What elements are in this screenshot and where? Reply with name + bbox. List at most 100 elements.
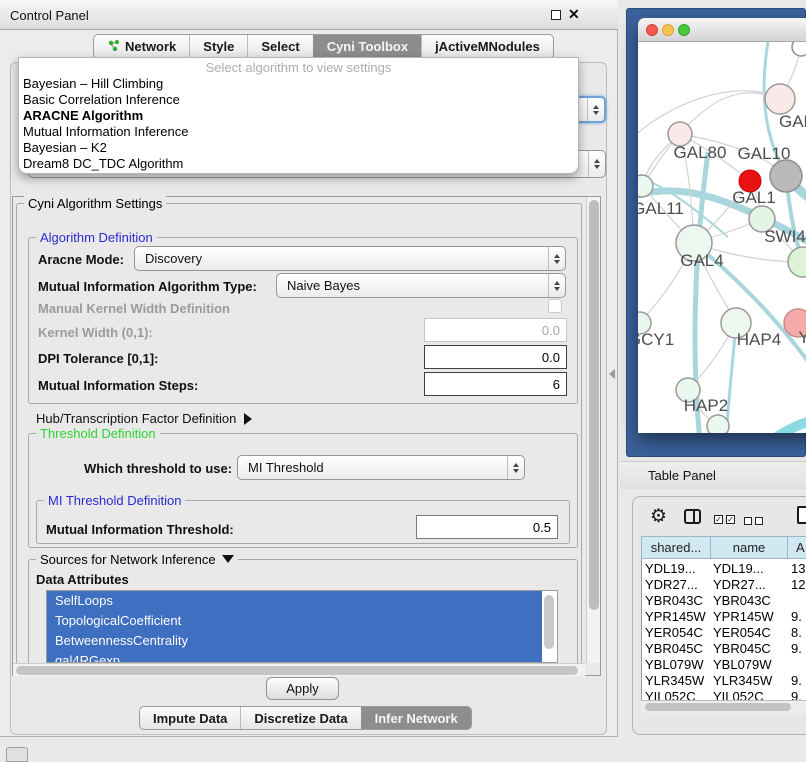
tab-jactivemnodules[interactable]: jActiveMNodules [421, 35, 553, 58]
attribute-item[interactable]: TopologicalCoefficient [47, 611, 543, 631]
column-header-extra[interactable]: A [787, 536, 806, 559]
combo-stepper-icon [548, 274, 565, 297]
manual-kernel-checkbox[interactable] [548, 299, 562, 313]
control-panel-tabs: Network Style Select Cyni Toolbox jActiv… [93, 34, 554, 59]
deselect-all-checkboxes-icon[interactable] [744, 512, 766, 530]
tab-network[interactable]: Network [94, 35, 189, 58]
node[interactable] [707, 415, 729, 433]
node-label-y: Y [798, 328, 806, 347]
attribute-item[interactable]: gal4RGexp [47, 651, 543, 663]
collapse-down-icon [222, 555, 234, 563]
dropdown-option-aracne[interactable]: ARACNE Algorithm [19, 108, 578, 124]
node-label-gal: GAL [779, 112, 806, 131]
unchecked-box-icon [755, 517, 763, 525]
table-row[interactable]: YIL052C YIL052C 9. [641, 689, 806, 700]
node-label-swi4: SWI4 [764, 227, 806, 246]
tab-infer-network-label: Infer Network [375, 711, 458, 726]
sources-title[interactable]: Sources for Network Inference [36, 552, 238, 567]
dropdown-option[interactable]: Dream8 DC_TDC Algorithm [19, 156, 578, 172]
float-window-icon[interactable] [551, 10, 561, 20]
cell-name: YER054C [713, 625, 771, 641]
tab-discretize-data[interactable]: Discretize Data [240, 707, 360, 729]
table-row[interactable]: YPR145W YPR145W 9. [641, 609, 806, 625]
cell-name: YDR27... [713, 577, 766, 593]
hub-definition-toggle[interactable]: Hub/Transcription Factor Definition [36, 411, 252, 426]
dropdown-option[interactable]: Basic Correlation Inference [19, 92, 578, 108]
close-traffic-light-icon[interactable] [646, 24, 658, 36]
dropdown-option[interactable]: Mutual Information Inference [19, 124, 578, 140]
table-row[interactable]: YDR27... YDR27... 12 [641, 577, 806, 593]
cell-shared-name: YDR27... [645, 577, 698, 593]
column-header-name[interactable]: name [710, 536, 788, 559]
apply-button[interactable]: Apply [266, 677, 339, 700]
table-horizontal-scrollbar-thumb[interactable] [645, 703, 791, 711]
cell-name: YPR145W [713, 609, 774, 625]
close-icon[interactable]: ✕ [568, 6, 580, 23]
mi-threshold-field[interactable]: 0.5 [416, 515, 558, 539]
cell-shared-name: YPR145W [645, 609, 706, 625]
node-swi4[interactable] [788, 247, 806, 277]
node-gal11[interactable] [638, 175, 653, 197]
collapsed-panel-button[interactable] [6, 747, 28, 762]
column-layout-icon[interactable] [684, 509, 701, 524]
cell-value: 9. [791, 641, 802, 657]
cell-shared-name: YER054C [645, 625, 703, 641]
cell-name: YDL19... [713, 561, 764, 577]
tab-style-label: Style [203, 39, 234, 54]
node-label-hap2: HAP2 [684, 396, 728, 415]
zoom-traffic-light-icon[interactable] [678, 24, 690, 36]
hub-definition-label: Hub/Transcription Factor Definition [36, 411, 236, 426]
attributes-scrollbar-thumb[interactable] [544, 595, 554, 649]
table-panel-title: Table Panel [648, 468, 716, 483]
cell-shared-name: YLR345W [645, 673, 704, 689]
horizontal-scrollbar [13, 663, 585, 676]
node-gal[interactable] [765, 84, 795, 114]
table-row[interactable]: YBR045C YBR045C 9. [641, 641, 806, 657]
tab-style[interactable]: Style [189, 35, 247, 58]
dropdown-option[interactable]: Bayesian – Hill Climbing [19, 76, 578, 92]
table-row[interactable]: YBL079W YBL079W [641, 657, 806, 673]
dropdown-option[interactable]: Bayesian – K2 [19, 140, 578, 156]
tab-network-label: Network [125, 39, 176, 54]
gear-icon[interactable]: ⚙ [650, 505, 667, 528]
tab-select[interactable]: Select [247, 35, 312, 58]
table-file-icon[interactable] [797, 506, 806, 524]
cell-shared-name: YDL19... [645, 561, 696, 577]
vertical-scrollbar-thumb[interactable] [589, 200, 599, 610]
table-row[interactable]: YLR345W YLR345W 9. [641, 673, 806, 689]
dpi-tolerance-field[interactable]: 0.0 [424, 345, 567, 369]
select-all-checkboxes-icon[interactable]: ✓✓ [714, 511, 738, 529]
mi-threshold-label: Mutual Information Threshold: [46, 522, 234, 537]
node-label-gal80: GAL80 [674, 143, 727, 162]
unchecked-box-icon [744, 517, 752, 525]
mi-steps-field[interactable]: 6 [424, 372, 567, 396]
table-row[interactable]: YDL19... YDL19... 13 [641, 561, 806, 577]
tab-jactivemnodules-label: jActiveMNodules [435, 39, 540, 54]
cell-shared-name: YBL079W [645, 657, 704, 673]
aracne-mode-combo[interactable]: Discovery [134, 246, 566, 271]
dpi-tolerance-label: DPI Tolerance [0,1]: [38, 351, 158, 366]
network-canvas[interactable]: GAL GAL80 GAL10 GAL11 GAL1 SWI4 GAL4 GCY… [638, 42, 806, 433]
mi-type-combo[interactable]: Naive Bayes [276, 273, 566, 298]
edge [638, 91, 780, 142]
panel-splitter-handle[interactable] [609, 369, 615, 379]
cell-name: YBL079W [713, 657, 772, 673]
table-row[interactable]: YBR043C YBR043C [641, 593, 806, 609]
node-label-gal4: GAL4 [680, 251, 723, 270]
which-threshold-combo[interactable]: MI Threshold [237, 455, 525, 480]
node[interactable] [792, 42, 806, 56]
aracne-mode-label: Aracne Mode: [38, 252, 124, 267]
kernel-width-field[interactable]: 0.0 [424, 318, 567, 342]
attribute-item[interactable]: SelfLoops [47, 591, 543, 611]
tab-cyni-toolbox[interactable]: Cyni Toolbox [313, 35, 421, 58]
column-header-shared[interactable]: shared... [641, 536, 711, 559]
tab-infer-network[interactable]: Infer Network [361, 707, 471, 729]
minimize-traffic-light-icon[interactable] [662, 24, 674, 36]
network-window: GAL GAL80 GAL10 GAL11 GAL1 SWI4 GAL4 GCY… [638, 18, 806, 433]
table-row[interactable]: YER054C YER054C 8. [641, 625, 806, 641]
tab-impute-data[interactable]: Impute Data [140, 707, 240, 729]
cell-shared-name: YBR043C [645, 593, 703, 609]
horizontal-scrollbar-thumb[interactable] [16, 666, 578, 675]
attribute-item[interactable]: BetweennessCentrality [47, 631, 543, 651]
cell-name: YBR043C [713, 593, 771, 609]
